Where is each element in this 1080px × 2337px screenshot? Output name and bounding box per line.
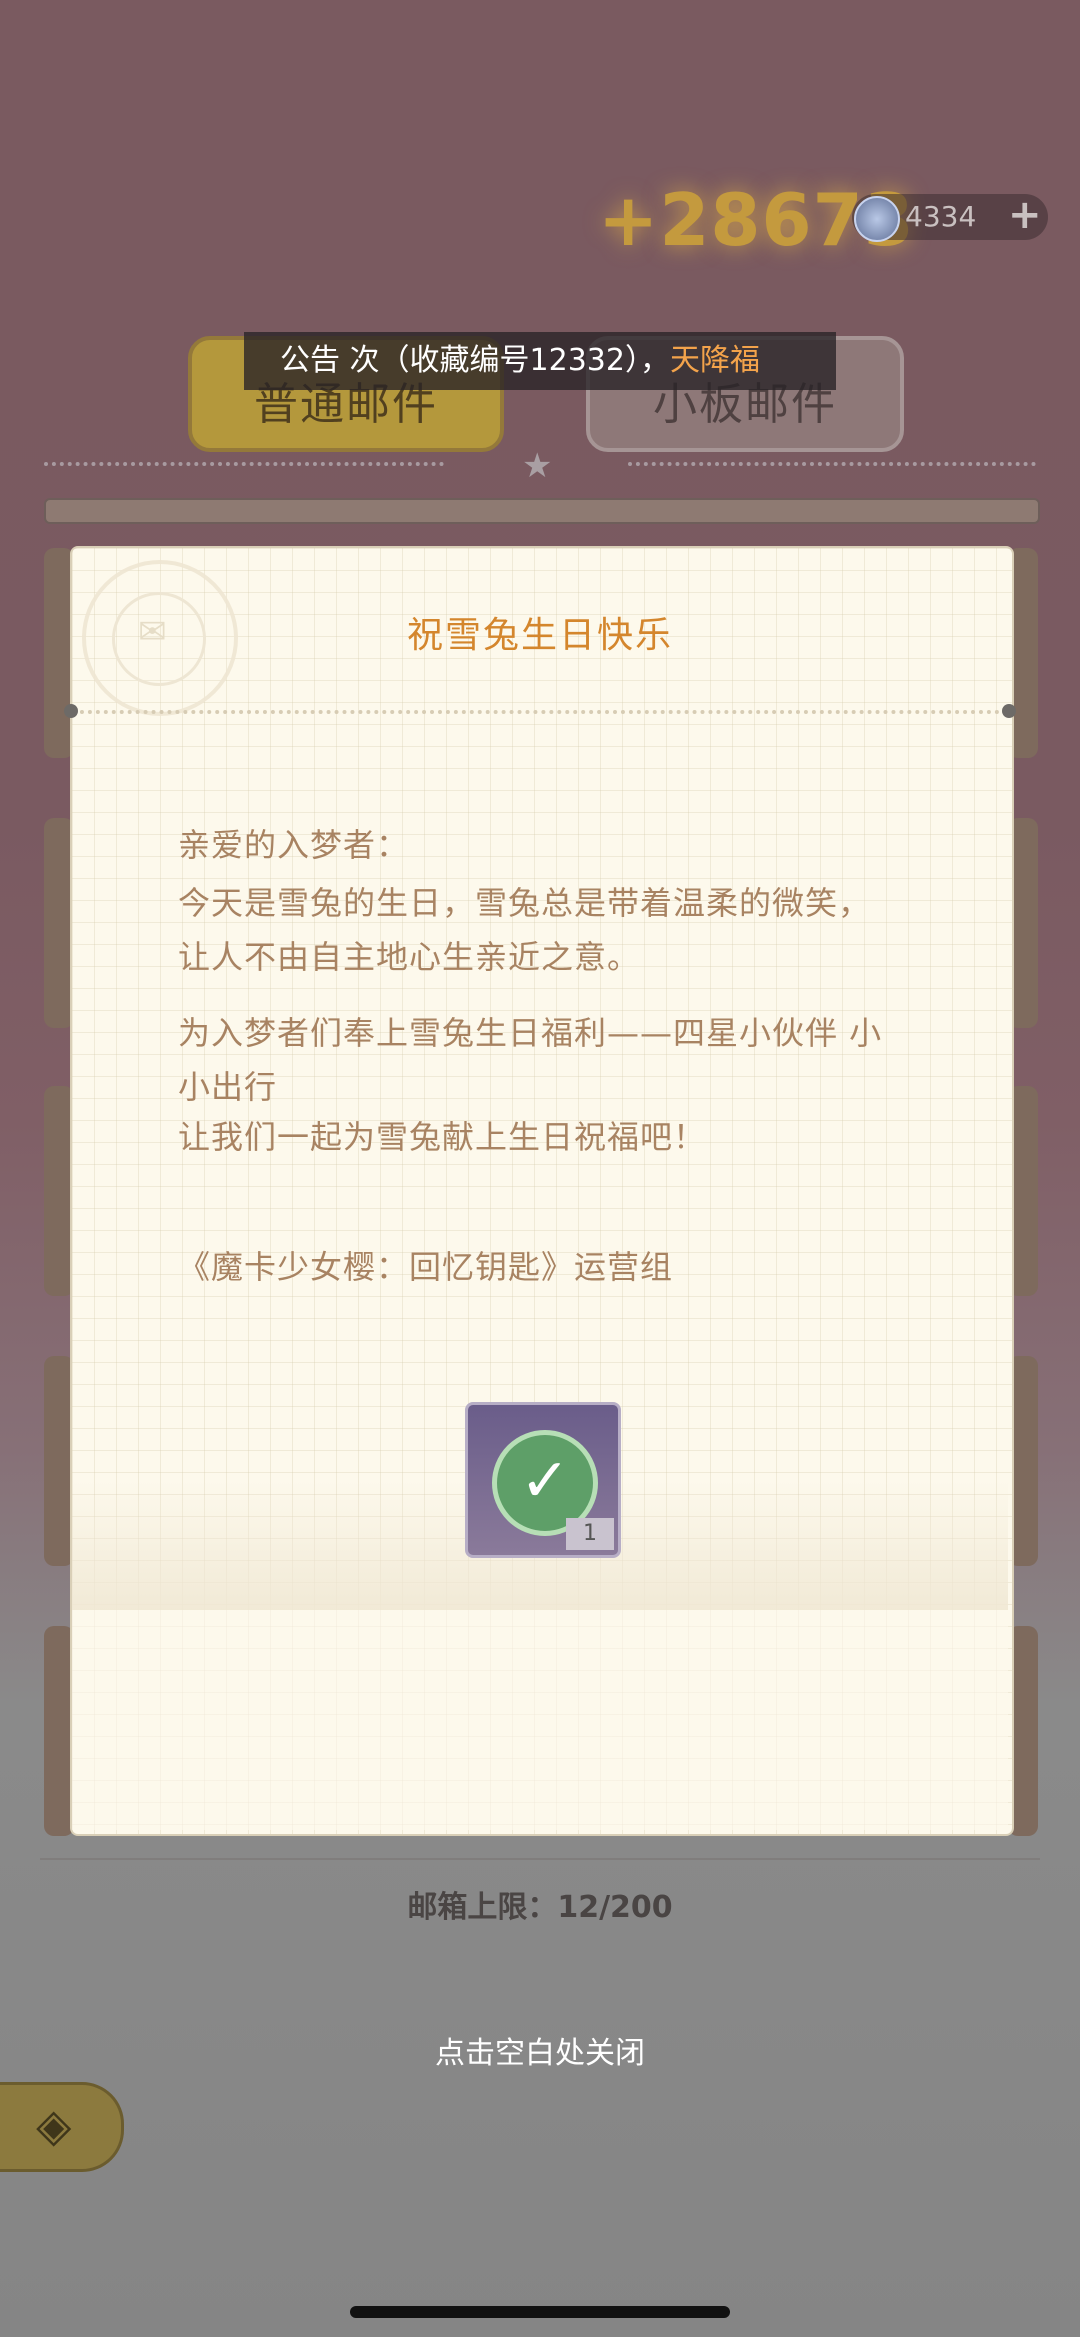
letter-paragraph: 今天是雪兔的生日，雪兔总是带着温柔的微笑，让人不由自主地心生亲近之意。 [178, 884, 872, 976]
announcement-body: 次（收藏编号12332）， [349, 343, 670, 378]
currency-value: 4334 [905, 200, 977, 233]
announcement-prefix: 公告 [280, 343, 340, 378]
announcement-highlight: 天降福 [669, 343, 760, 378]
announcement-banner: 公告 次（收藏编号12332），天降福 [244, 332, 836, 390]
divider-left [44, 462, 444, 472]
divider-right [628, 462, 1036, 472]
mailbox-limit: 邮箱上限：12/200 [407, 1890, 673, 1925]
home-indicator[interactable] [350, 2306, 730, 2318]
close-hint: 点击空白处关闭 [435, 2036, 645, 2071]
letter-paragraph: 为入梦者们奉上雪兔生日福利——四星小伙伴 小小出行 [178, 1014, 883, 1106]
divider-notch-right [1002, 704, 1016, 718]
star-icon: ★ [522, 446, 553, 486]
letter-lower-area [72, 1610, 1008, 1830]
divider-notch-left [64, 704, 78, 718]
letter-title: 祝雪兔生日快乐 [406, 615, 673, 656]
add-currency-button[interactable]: + [1008, 192, 1042, 238]
letter-greeting: 亲爱的入梦者： [178, 826, 410, 864]
back-icon: ◈ [36, 2098, 72, 2152]
letter-paragraph: 让我们一起为雪兔献上生日祝福吧！ [178, 1118, 707, 1156]
mail-list-header-bar [44, 498, 1040, 524]
crystal-icon [854, 196, 900, 242]
reward-count: 1 [566, 1518, 614, 1550]
footer-divider [40, 1858, 1040, 1860]
letter-title-divider [72, 710, 1008, 714]
letter-signature: 《魔卡少女樱：回忆钥匙》运营组 [178, 1248, 674, 1286]
